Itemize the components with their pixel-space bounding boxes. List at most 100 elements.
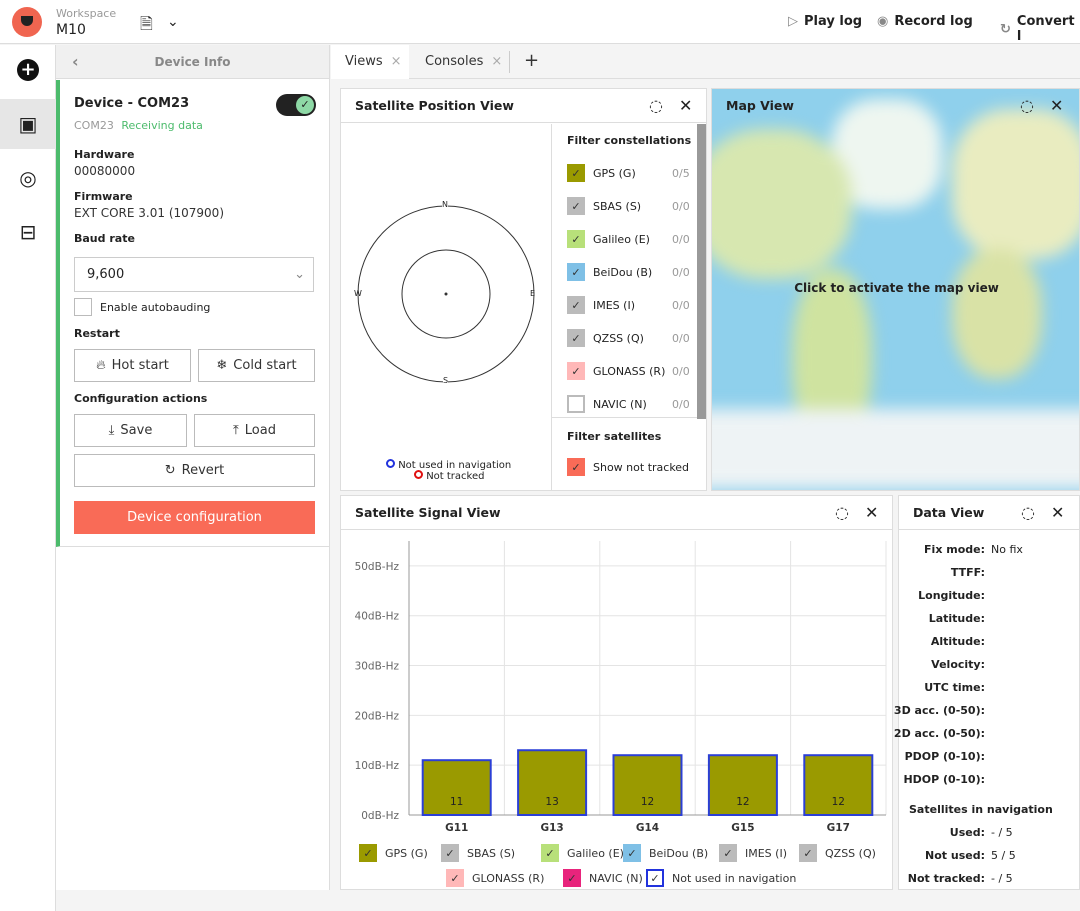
chevron-down-icon[interactable]: ⌄	[167, 14, 179, 30]
close-icon[interactable]: ✕	[679, 89, 692, 123]
filter-title: Filter constellations	[567, 134, 692, 147]
cold-start-button[interactable]: ❄ Cold start	[198, 349, 315, 382]
show-not-tracked-checkbox[interactable]: ✓	[567, 458, 585, 476]
convert-button[interactable]: ↻ Convert l	[1000, 14, 1080, 44]
refresh-icon[interactable]: ◌	[649, 89, 663, 123]
panel-title: Map View	[726, 98, 794, 113]
constellation-count: 0/0	[672, 266, 690, 279]
save-icon: ⤓	[108, 423, 115, 438]
x-tick-label: G17	[827, 822, 850, 834]
check-icon: ✓	[441, 844, 459, 862]
snowflake-icon: ❄	[216, 358, 228, 373]
device-configuration-button[interactable]: Device configuration	[74, 501, 315, 534]
close-icon[interactable]: ✕	[865, 496, 878, 530]
x-tick-label: G15	[731, 822, 754, 834]
legend-item[interactable]: ✓ Not used in navigation	[646, 869, 796, 887]
load-button[interactable]: ⤒ Load	[194, 414, 315, 447]
constellation-checkbox[interactable]	[567, 395, 585, 413]
south-label: S	[443, 376, 449, 385]
y-tick-label: 40dB-Hz	[355, 611, 400, 623]
baud-label: Baud rate	[74, 232, 135, 245]
check-icon: ✓	[541, 844, 559, 862]
north-label: N	[442, 200, 448, 209]
satellite-icon[interactable]: ◎	[0, 153, 56, 203]
panel-title: Device Info	[154, 55, 231, 69]
scrollbar[interactable]	[697, 124, 706, 419]
legend-item[interactable]: ✓ QZSS (Q)	[799, 844, 876, 862]
save-button[interactable]: ⤓ Save	[74, 414, 187, 447]
bar-value-label: 13	[545, 796, 558, 808]
load-icon: ⤒	[233, 423, 239, 438]
satellites-in-navigation-title: Satellites in navigation	[909, 803, 1053, 816]
constellation-checkbox[interactable]: ✓	[567, 164, 585, 182]
autobaud-label: Enable autobauding	[100, 301, 211, 314]
show-not-tracked-label: Show not tracked	[593, 461, 690, 474]
constellation-count: 0/0	[672, 365, 690, 378]
constellation-checkbox[interactable]: ✓	[567, 329, 585, 347]
refresh-icon[interactable]: ◌	[835, 496, 849, 530]
constellation-checkbox[interactable]: ✓	[567, 362, 585, 380]
check-icon: ✓	[646, 869, 664, 887]
play-log-button[interactable]: ▷ Play log	[788, 14, 862, 29]
bar-value-label: 12	[832, 796, 845, 808]
revert-icon: ↻	[164, 463, 176, 478]
constellation-checkbox[interactable]: ✓	[567, 230, 585, 248]
tab-bar: Views × Consoles × +	[331, 45, 1080, 79]
autobaud-checkbox[interactable]	[74, 298, 92, 316]
top-bar: Workspace M10 🗎 ⌄ ▷ Play log ◉ Record log …	[0, 0, 1080, 44]
baud-rate-select[interactable]: 9,600 ⌄	[74, 257, 314, 292]
convert-label: Convert l	[1016, 14, 1075, 44]
data-view: Data View ◌ ✕ Fix mode: No fix TTFF: Longitud…	[894, 495, 1080, 890]
legend-item[interactable]: ✓ NAVIC (N)	[563, 869, 643, 887]
workspace-label: Workspace	[56, 7, 117, 20]
data-label: UTC time:	[924, 681, 985, 694]
filter-panel: Filter constellations ✓ GPS (G) 0/5 ✓ SBA…	[551, 124, 698, 490]
hot-start-button[interactable]: 🔥︎ Hot start	[74, 349, 191, 382]
data-label: Velocity:	[931, 658, 985, 671]
record-log-button[interactable]: ◉ Record log	[877, 14, 973, 29]
refresh-icon[interactable]: ◌	[1020, 89, 1034, 123]
app-logo	[12, 7, 42, 37]
legend-item[interactable]: ✓ SBAS (S)	[441, 844, 515, 862]
y-tick-label: 20dB-Hz	[355, 710, 400, 722]
close-icon[interactable]: ✕	[1050, 89, 1063, 123]
refresh-icon[interactable]: ◌	[1021, 496, 1035, 530]
sat-nav-value: - / 5	[991, 872, 1013, 885]
constellation-count: 0/5	[672, 167, 690, 180]
restart-label: Restart	[74, 327, 120, 340]
constellation-count: 0/0	[672, 299, 690, 312]
toolbox-icon[interactable]: ⊟	[0, 207, 56, 257]
filter-satellites-title: Filter satellites	[567, 430, 662, 443]
hardware-label: Hardware	[74, 148, 135, 161]
data-value: No fix	[991, 543, 1023, 556]
bar-value-label: 11	[450, 796, 463, 808]
west-label: W	[354, 289, 362, 298]
legend-item[interactable]: ✓ GPS (G)	[359, 844, 428, 862]
legend-item[interactable]: ✓ GLONASS (R)	[446, 869, 544, 887]
play-icon: ▷	[788, 14, 798, 29]
legend-item[interactable]: ✓ Galileo (E)	[541, 844, 624, 862]
sat-nav-label: Used:	[949, 826, 985, 839]
add-tab-button[interactable]: +	[509, 51, 539, 73]
legend-item[interactable]: ✓ IMES (I)	[719, 844, 787, 862]
revert-button[interactable]: ↻ Revert	[74, 454, 315, 487]
tab-views[interactable]: Views ×	[331, 45, 409, 79]
convert-icon: ↻	[1000, 21, 1011, 37]
back-chevron-icon[interactable]: ‹	[72, 45, 79, 79]
map-view[interactable]: Map View ◌ ✕ Click to activate the map vie…	[711, 88, 1080, 491]
add-icon[interactable]: +	[0, 45, 56, 95]
constellation-checkbox[interactable]: ✓	[567, 197, 585, 215]
constellation-checkbox[interactable]: ✓	[567, 263, 585, 281]
y-tick-label: 50dB-Hz	[355, 561, 400, 573]
legend-item[interactable]: ✓ BeiDou (B)	[623, 844, 708, 862]
device-toggle[interactable]: ✓	[276, 94, 316, 116]
workspace-file-icon[interactable]: 🗎	[140, 13, 153, 40]
data-label: TTFF:	[950, 566, 985, 579]
tab-consoles[interactable]: Consoles ×	[411, 45, 507, 79]
close-icon[interactable]: ✕	[1051, 496, 1064, 530]
close-icon: ×	[491, 54, 503, 69]
constellation-count: 0/0	[672, 398, 690, 411]
constellation-checkbox[interactable]: ✓	[567, 296, 585, 314]
device-chip-icon[interactable]: ▣	[0, 99, 56, 149]
map-activate-message[interactable]: Click to activate the map view	[712, 281, 1079, 295]
